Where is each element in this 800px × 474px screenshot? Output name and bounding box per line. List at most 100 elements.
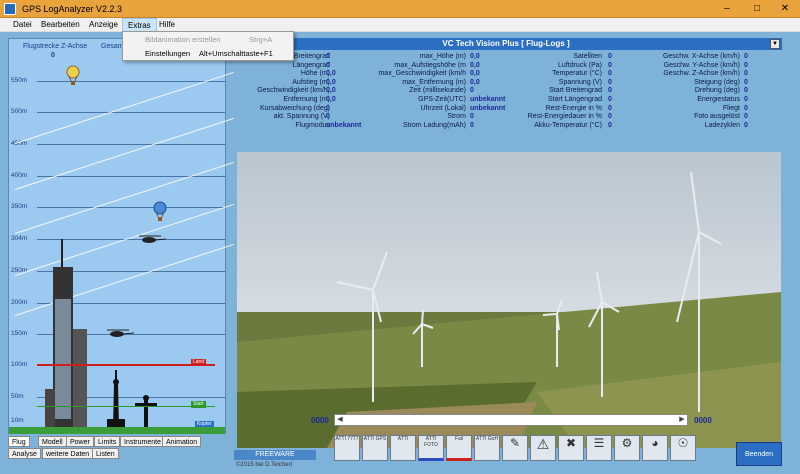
menu-bar: Datei Bearbeiten Anzeige Extras Hilfe bbox=[0, 18, 800, 32]
header-label: Flugstrecke Z-Achse bbox=[23, 43, 88, 50]
telemetry-label: Luftdruck (Pa) bbox=[558, 61, 602, 69]
header-label-right: Gesam bbox=[101, 43, 124, 50]
telemetry-label: Steigung (deg) bbox=[694, 78, 740, 86]
grid-line bbox=[37, 112, 225, 113]
telemetry-value: unbekannt bbox=[326, 121, 362, 129]
scroll-right-icon[interactable]: ▶ bbox=[677, 415, 687, 425]
ground bbox=[9, 427, 225, 434]
app-icon bbox=[4, 3, 16, 15]
tab-listen[interactable]: Listen bbox=[92, 448, 119, 459]
telemetry-label: Flugmodus bbox=[295, 121, 330, 129]
title-bar: GPS LogAnalyzer V2.2.3 – □ ✕ bbox=[0, 0, 800, 18]
telemetry-label: max_Aufstiegshöhe (m bbox=[394, 61, 466, 69]
telemetry-label: Geschw. Z-Achse (km/h) bbox=[663, 70, 740, 78]
menu-hilfe[interactable]: Hilfe bbox=[154, 18, 180, 32]
telemetry-value: 0 bbox=[608, 53, 612, 60]
minimize-icon[interactable]: – bbox=[712, 0, 742, 18]
telemetry-value: 0,0 bbox=[470, 78, 480, 86]
delete-icon[interactable]: ✖ bbox=[558, 435, 584, 461]
telemetry-label: Start Längengrad bbox=[547, 96, 602, 103]
telemetry-label: Entfernung (m) bbox=[283, 96, 330, 103]
telemetry-label: Foto ausgelöst bbox=[694, 113, 740, 121]
chevron-down-icon[interactable]: ▼ bbox=[770, 39, 780, 49]
atti-goh-button[interactable]: ATTI GoH bbox=[474, 435, 500, 461]
fail-button[interactable]: Fail bbox=[446, 435, 472, 461]
telemetry-value: 0 bbox=[608, 104, 612, 112]
telemetry-value: unbekannt bbox=[470, 96, 506, 103]
tab-analyse[interactable]: Analyse bbox=[8, 448, 41, 459]
menu-item-einstellungen[interactable]: Einstellungen Alt+Umschalttaste+F1 bbox=[123, 47, 293, 61]
time-scrollbar[interactable]: ◀ ▶ bbox=[334, 414, 688, 426]
telemetry-value: 0,0 bbox=[326, 96, 336, 103]
helicopter-icon bbox=[107, 329, 135, 337]
telemetry-value: 0 bbox=[744, 113, 748, 121]
atti-foto-button[interactable]: ATTI FOTO bbox=[418, 435, 444, 461]
telemetry-value: 0 bbox=[470, 121, 474, 129]
alt-label: 10m bbox=[11, 417, 24, 424]
telemetry-label: Aufstieg (m) bbox=[292, 78, 330, 86]
telemetry-value: 0 bbox=[326, 61, 330, 69]
wind-turbines bbox=[237, 171, 781, 448]
landing-line bbox=[37, 364, 215, 366]
freeware-badge: FREEWARE bbox=[234, 450, 316, 460]
telemetry-value: 0 bbox=[326, 53, 330, 60]
alt-label: 400m bbox=[11, 172, 28, 179]
telemetry-label: Rest-Energie in % bbox=[545, 104, 602, 112]
diagonal-line bbox=[14, 161, 234, 234]
time-start: 0000 bbox=[311, 416, 329, 425]
atti-7777-button[interactable]: ATTI 7777 bbox=[334, 435, 360, 461]
tab-power[interactable]: Power bbox=[66, 436, 94, 447]
tab-modell[interactable]: Modell bbox=[38, 436, 67, 447]
gauge-icon[interactable]: ◕ bbox=[642, 435, 668, 461]
telemetry-label: Geschw. Y-Achse (km/h) bbox=[663, 61, 740, 69]
telemetry-value: 0,0 bbox=[470, 53, 480, 60]
extras-dropdown: Bildanimation erstellen Strg+A Einstellu… bbox=[122, 31, 294, 61]
menu-datei[interactable]: Datei bbox=[8, 18, 37, 32]
telemetry-value: 0 bbox=[608, 78, 612, 86]
landing-tag: Land bbox=[191, 359, 207, 366]
alt-label: 550m bbox=[11, 77, 28, 84]
menu-anzeige[interactable]: Anzeige bbox=[84, 18, 123, 32]
telemetry-label: Satelliten bbox=[573, 53, 602, 60]
close-icon[interactable]: ✕ bbox=[770, 0, 800, 18]
telemetry-value: 0 bbox=[326, 113, 330, 121]
copyright: ©2015 bei D.Teichert bbox=[236, 462, 293, 468]
compass-icon[interactable]: ☉ bbox=[670, 435, 696, 461]
telemetry-label: Fliegt bbox=[722, 104, 740, 112]
telemetry-value: 0,0 bbox=[326, 70, 336, 78]
tab-instrumente[interactable]: Instrumente bbox=[120, 436, 165, 447]
tab-limits[interactable]: Limits bbox=[94, 436, 121, 447]
telemetry-value: 0 bbox=[744, 121, 748, 129]
atti-gps-button[interactable]: ATTI GPS bbox=[362, 435, 388, 461]
telemetry-label: akt. Spannung (V) bbox=[273, 113, 330, 121]
helicopter-icon bbox=[139, 235, 167, 243]
telemetry-value: unbekannt bbox=[470, 104, 506, 112]
figure-icon[interactable]: ✎ bbox=[502, 435, 528, 461]
telemetry-label: Strom bbox=[447, 113, 466, 121]
telemetry-value: 0 bbox=[608, 96, 612, 103]
menu-bearbeiten[interactable]: Bearbeiten bbox=[36, 18, 85, 32]
maximize-icon[interactable]: □ bbox=[742, 0, 772, 18]
telemetry-label: GPS-Zeit(UTC) bbox=[418, 96, 466, 103]
diagonal-line bbox=[14, 71, 234, 144]
tab-flug[interactable]: Flug bbox=[8, 436, 30, 447]
tab-animation[interactable]: Animation bbox=[162, 436, 202, 447]
start-tag: Start bbox=[191, 401, 206, 408]
telemetry-value: 0 bbox=[608, 121, 612, 129]
settings-icon[interactable]: ⚙ bbox=[614, 435, 640, 461]
scroll-left-icon[interactable]: ◀ bbox=[335, 415, 345, 425]
alt-label: 350m bbox=[11, 203, 28, 210]
telemetry-label: max_Höhe (m) bbox=[419, 53, 466, 60]
grid-line bbox=[37, 207, 225, 208]
telemetry-label: Uhrzeit (Lokal) bbox=[420, 104, 466, 112]
start-line bbox=[37, 406, 215, 407]
atti-button[interactable]: ATTI bbox=[390, 435, 416, 461]
menu-extras[interactable]: Extras bbox=[122, 18, 157, 32]
chart-icon[interactable]: ☰ bbox=[586, 435, 612, 461]
warning-icon[interactable]: ⚠ bbox=[530, 435, 556, 461]
time-end: 0000 bbox=[694, 416, 712, 425]
quit-button[interactable]: Beenden bbox=[736, 442, 782, 466]
tab-weitere-daten[interactable]: weitere Daten bbox=[42, 448, 94, 459]
alt-label: 200m bbox=[11, 299, 28, 306]
telemetry-value: 0 bbox=[744, 70, 748, 78]
